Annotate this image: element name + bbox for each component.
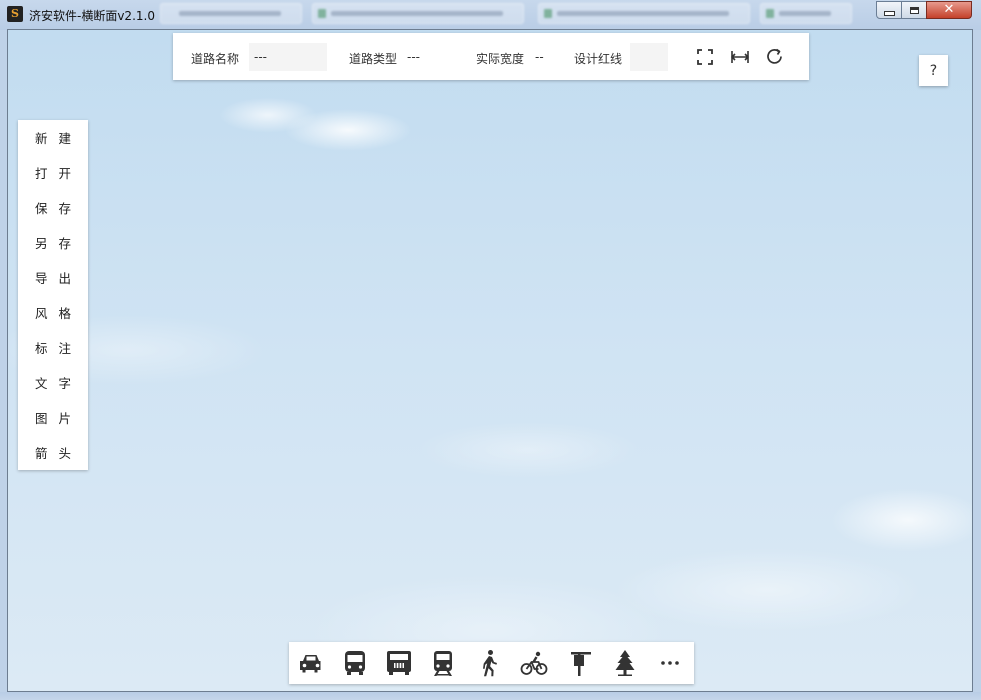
pedestrian-icon[interactable] <box>475 648 505 678</box>
menu-item-save-as[interactable]: 另存 <box>18 225 88 260</box>
bicycle-icon[interactable] <box>519 648 549 678</box>
bus-icon[interactable] <box>340 648 370 678</box>
fit-width-icon[interactable] <box>730 47 750 67</box>
design-redline-label: 设计红线 <box>574 52 623 66</box>
canvas-area[interactable]: 道路名称 --- 道路类型 --- 实际宽度 -- 设计红线 ? 新建 打开 保… <box>7 29 973 692</box>
background-taskbar-tab <box>312 3 524 24</box>
tram-icon[interactable] <box>428 648 458 678</box>
road-sign-icon[interactable] <box>566 648 596 678</box>
window-border-right <box>973 30 981 692</box>
background-taskbar-tab <box>538 3 750 24</box>
fullscreen-icon[interactable] <box>695 47 715 67</box>
road-type-label: 道路类型 <box>349 52 398 66</box>
menu-item-arrow[interactable]: 箭头 <box>18 435 88 470</box>
actual-width-value: -- <box>535 50 544 64</box>
menu-item-export[interactable]: 导出 <box>18 260 88 295</box>
car-icon[interactable] <box>296 648 326 678</box>
design-redline-field[interactable] <box>630 43 668 71</box>
menu-item-image[interactable]: 图片 <box>18 400 88 435</box>
maximize-button[interactable] <box>901 1 927 19</box>
left-menu: 新建 打开 保存 另存 导出 风格 标注 文字 图片 箭头 <box>18 120 88 470</box>
truck-icon[interactable] <box>384 648 414 678</box>
actual-width-label: 实际宽度 <box>476 52 525 66</box>
road-name-label: 道路名称 <box>191 52 240 66</box>
minimize-button[interactable] <box>876 1 902 19</box>
close-icon: ✕ <box>943 2 955 17</box>
maximize-icon <box>909 6 919 14</box>
menu-item-text[interactable]: 文字 <box>18 365 88 400</box>
menu-item-save[interactable]: 保存 <box>18 190 88 225</box>
background-taskbar-tab <box>160 3 302 24</box>
window-border-left <box>0 30 7 692</box>
more-icon[interactable] <box>655 648 685 678</box>
menu-item-annotate[interactable]: 标注 <box>18 330 88 365</box>
menu-item-new[interactable]: 新建 <box>18 120 88 155</box>
minimize-icon <box>883 10 895 16</box>
menu-item-style[interactable]: 风格 <box>18 295 88 330</box>
window-controls: ✕ <box>876 1 972 20</box>
app-logo-icon: S <box>7 6 23 22</box>
road-type-value[interactable]: --- <box>407 50 420 64</box>
road-name-value: --- <box>254 50 267 64</box>
refresh-icon[interactable] <box>765 47 785 67</box>
window-title: 济安软件-横断面v2.1.0 <box>29 9 155 23</box>
menu-item-open[interactable]: 打开 <box>18 155 88 190</box>
close-button[interactable]: ✕ <box>926 1 972 19</box>
background-taskbar-tab <box>760 3 852 24</box>
road-info-bar: 道路名称 --- 道路类型 --- 实际宽度 -- 设计红线 <box>173 33 809 80</box>
window-border-bottom <box>0 692 981 700</box>
tree-icon[interactable] <box>610 648 640 678</box>
help-button[interactable]: ? <box>919 55 948 86</box>
title-bar: S 济安软件-横断面v2.1.0 ✕ <box>0 0 981 30</box>
element-toolbar <box>289 642 694 684</box>
